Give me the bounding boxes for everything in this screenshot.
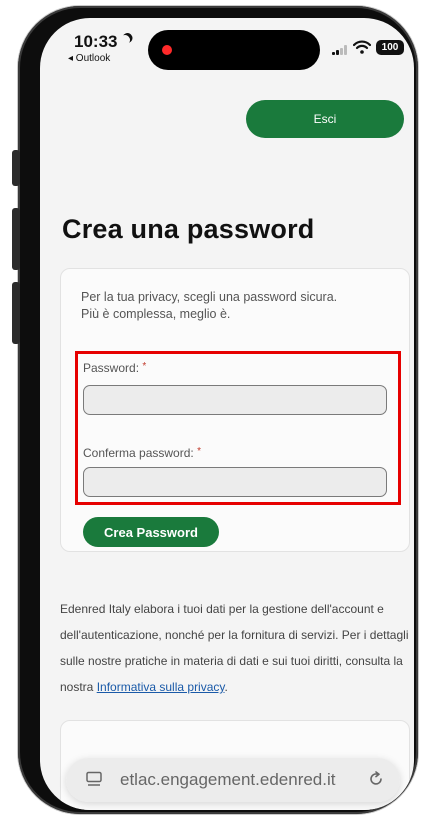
password-form-card: Per la tua privacy, scegli una password …	[60, 268, 410, 552]
url-text[interactable]: etlac.engagement.edenred.it	[120, 770, 336, 790]
signal-icon	[332, 45, 348, 55]
privacy-disclaimer: Edenred Italy elabora i tuoi dati per la…	[60, 596, 410, 700]
wifi-icon	[353, 40, 371, 54]
browser-url-bar[interactable]: etlac.engagement.edenred.it	[66, 758, 400, 802]
dynamic-island	[148, 30, 320, 70]
required-marker: *	[197, 446, 201, 457]
reload-icon[interactable]	[368, 771, 384, 787]
create-password-button[interactable]: Crea Password	[83, 517, 219, 547]
phone-screen: 10:33 ◂ Outlook 100 Esci Crea una passwo…	[40, 18, 414, 810]
confirm-password-label: Conferma password: *	[83, 446, 201, 460]
password-field[interactable]	[83, 385, 387, 415]
recording-dot-icon	[162, 45, 172, 55]
back-to-app-link[interactable]: ◂ Outlook	[68, 53, 110, 64]
battery-icon: 100	[376, 40, 404, 55]
required-marker: *	[142, 361, 147, 372]
disclaimer-end: .	[224, 680, 228, 694]
status-time: 10:33	[74, 32, 118, 51]
moon-icon	[119, 34, 132, 47]
status-bar: 10:33 ◂ Outlook 100	[40, 18, 414, 82]
form-intro: Per la tua privacy, scegli una password …	[81, 289, 401, 323]
password-label-text: Password:	[83, 361, 140, 375]
form-intro-line2: Più è complessa, meglio è.	[81, 307, 231, 321]
volume-down-button	[12, 282, 20, 344]
confirm-password-label-text: Conferma password:	[83, 446, 194, 460]
page-title: Crea una password	[62, 214, 315, 244]
logout-button[interactable]: Esci	[246, 100, 404, 138]
silent-switch	[12, 150, 20, 186]
volume-up-button	[12, 208, 20, 270]
password-label: Password: *	[83, 361, 146, 375]
reader-icon[interactable]	[86, 771, 102, 787]
form-intro-line1: Per la tua privacy, scegli una password …	[81, 290, 338, 304]
privacy-policy-link[interactable]: Informativa sulla privacy	[97, 680, 225, 694]
confirm-password-field[interactable]	[83, 467, 387, 497]
